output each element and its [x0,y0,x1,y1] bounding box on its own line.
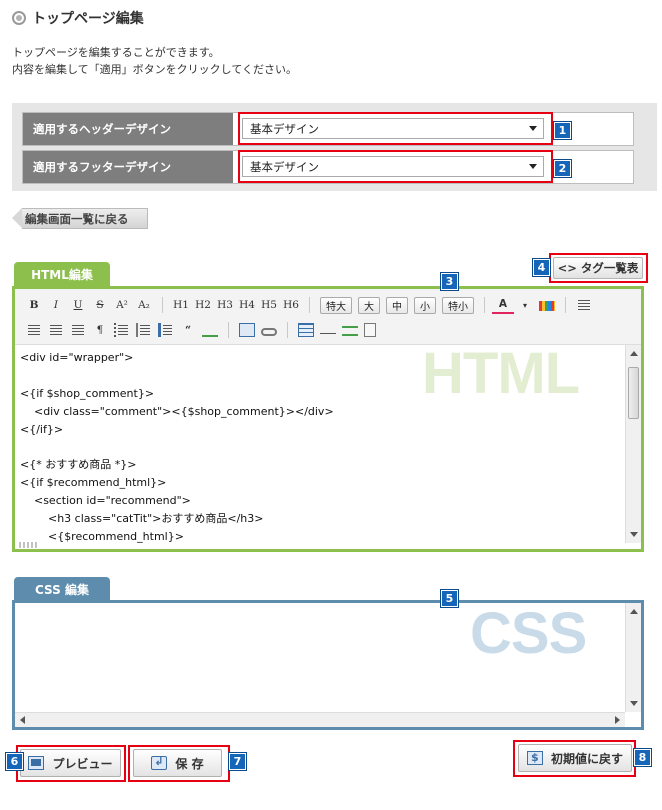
badge-6: 6 [6,753,23,770]
paragraph-icon[interactable]: ¶ [89,321,111,339]
back-to-list-button[interactable]: 編集画面一覧に戻る [12,208,148,229]
h3-button[interactable]: H3 [214,296,236,314]
text-color-icon[interactable]: A [492,296,514,314]
size-xlarge-button[interactable]: 特大 [320,296,352,314]
code-line: <section id="recommend"> [20,494,191,508]
underline-button[interactable]: U [67,296,89,314]
dropdown-caret-icon[interactable]: ▾ [514,296,536,314]
scroll-down-arrow-icon[interactable] [630,532,638,537]
html-edit-tab: HTML編集 [14,262,110,286]
badge-4: 4 [533,259,550,276]
size-xsmall-button[interactable]: 特小 [442,296,474,314]
scroll-right-arrow-icon[interactable] [615,716,620,724]
page-break-icon[interactable] [342,326,358,336]
description-line: トップページを編集することができます。 [12,46,220,59]
size-large-button[interactable]: 大 [358,296,380,314]
description-line: 内容を編集して「適用」ボタンをクリックしてください。 [12,63,298,76]
scroll-up-arrow-icon[interactable] [630,351,638,356]
subscript-button[interactable]: A₂ [133,296,155,314]
toolbar-row-2: ¶ “ [23,321,379,339]
h6-button[interactable]: H6 [280,296,302,314]
code-line: <{if $recommend_html}> [20,476,167,490]
toolbar-divider [162,297,163,313]
source-file-icon[interactable] [364,323,376,337]
toolbar-divider [228,322,229,338]
scroll-left-arrow-icon[interactable] [20,716,25,724]
badge-8: 8 [634,749,651,766]
back-to-list-label: 編集画面一覧に戻る [22,208,148,229]
scrollbar-thumb[interactable] [628,367,639,419]
html-editor: B I U S A² A₂ H1 H2 H3 H4 H5 H6 特大 大 中 小… [12,286,644,552]
header-design-label: 適用するヘッダーデザイン [23,113,233,145]
circle-bullet-icon [12,11,26,25]
size-small-button[interactable]: 小 [414,296,436,314]
code-line: <{/if}> [20,422,64,436]
editor-toolbar: B I U S A² A₂ H1 H2 H3 H4 H5 H6 特大 大 中 小… [15,289,641,345]
bold-button[interactable]: B [23,296,45,314]
badge-2: 2 [554,160,571,177]
page-description: トップページを編集することができます。 内容を編集して「適用」ボタンをクリックし… [12,44,297,78]
highlight-box-8 [513,740,636,777]
toolbar-divider [309,297,310,313]
h5-button[interactable]: H5 [258,296,280,314]
scroll-down-arrow-icon[interactable] [630,701,638,706]
css-vertical-scrollbar[interactable] [625,603,641,712]
badge-3: 3 [441,273,458,290]
page-title-text: トップページ編集 [32,11,144,27]
toolbar-divider [565,297,566,313]
h1-button[interactable]: H1 [170,296,192,314]
background-color-icon[interactable] [539,301,555,311]
highlight-box-4 [549,253,648,283]
highlight-box-2 [238,150,553,183]
css-horizontal-scrollbar[interactable] [15,712,625,727]
horizontal-rule-icon[interactable] [320,326,336,334]
html-vertical-scrollbar[interactable] [625,345,641,543]
insert-table-icon[interactable] [298,323,314,337]
bulleted-list-icon[interactable] [114,323,130,337]
scroll-up-arrow-icon[interactable] [630,609,638,614]
badge-5: 5 [441,590,458,607]
align-right-icon[interactable] [48,323,64,337]
html-watermark: HTML [422,341,580,406]
badge-1: 1 [554,122,571,139]
footer-design-label: 適用するフッターデザイン [23,151,233,183]
strikethrough-button[interactable]: S [89,296,111,314]
h4-button[interactable]: H4 [236,296,258,314]
align-center-icon[interactable] [26,323,42,337]
highlight-box-6 [16,745,126,782]
insert-image-icon[interactable] [239,323,255,337]
blockquote-icon[interactable]: “ [177,321,199,339]
align-justify-icon[interactable] [70,323,86,337]
toolbar-row-1: B I U S A² A₂ H1 H2 H3 H4 H5 H6 特大 大 中 小… [23,296,595,314]
numbered-list-icon[interactable] [136,323,152,337]
css-watermark: CSS [470,601,587,666]
back-arrow-icon [12,208,22,228]
align-left-icon[interactable] [576,298,592,312]
css-edit-tab: CSS 編集 [14,577,110,601]
remove-format-icon[interactable] [202,323,218,337]
toolbar-divider [484,297,485,313]
indent-icon[interactable] [158,323,174,337]
highlight-box-1 [238,112,553,145]
insert-link-icon[interactable] [261,327,277,336]
resize-handle-icon[interactable] [19,542,39,548]
code-line: <h3 class="catTit">おすすめ商品</h3> [20,512,264,526]
toolbar-divider [287,322,288,338]
badge-7: 7 [229,753,246,770]
highlight-box-7 [128,745,230,782]
code-line: <{* おすすめ商品 *}> [20,458,137,472]
size-medium-button[interactable]: 中 [386,296,408,314]
superscript-button[interactable]: A² [111,296,133,314]
page-title: トップページ編集 [12,8,144,28]
h2-button[interactable]: H2 [192,296,214,314]
code-line: <{$recommend_html}> [20,529,184,543]
italic-button[interactable]: I [45,296,67,314]
